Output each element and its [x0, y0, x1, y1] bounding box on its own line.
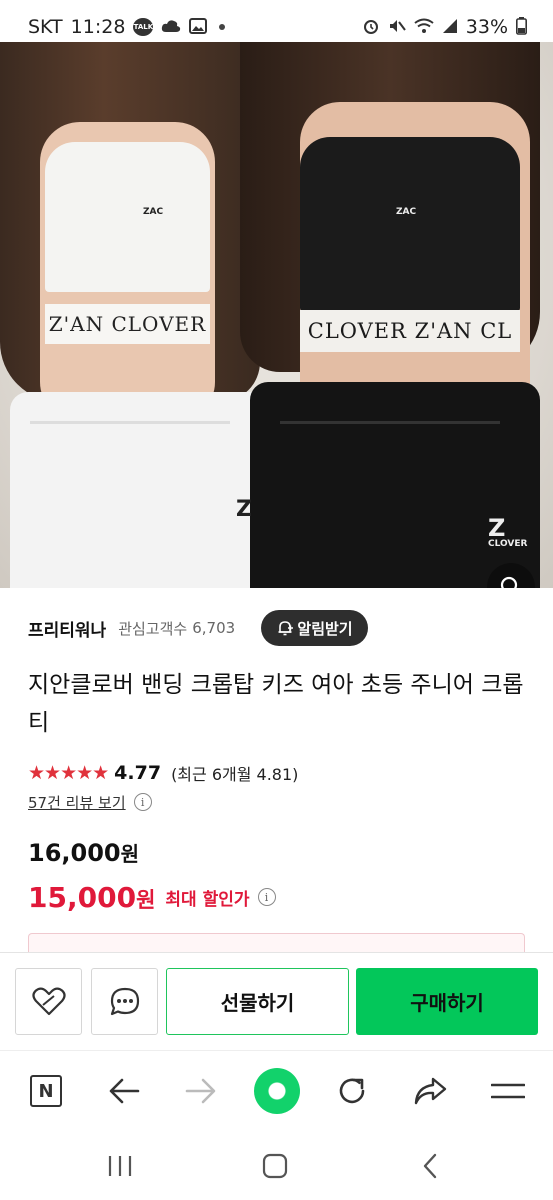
seller-row: 프리티워나 관심고객수 6,703 알림받기 — [28, 610, 528, 646]
subscribe-alert-label: 알림받기 — [297, 619, 353, 638]
arrow-right-icon — [185, 1078, 216, 1104]
rating-row: ★★★★★ 4.77 (최근 6개월 4.81) — [28, 759, 298, 787]
naver-home-button[interactable]: N — [20, 1065, 72, 1117]
gift-button[interactable]: 선물하기 — [166, 968, 349, 1035]
more-notifications-icon — [219, 24, 226, 30]
share-button[interactable] — [404, 1065, 456, 1117]
original-price-value: 16,000 — [28, 839, 121, 867]
seller-name-link[interactable]: 프리티워나 — [28, 616, 106, 641]
refresh-button[interactable] — [326, 1065, 378, 1117]
system-navigation-bar — [0, 1130, 553, 1200]
chat-button[interactable] — [91, 968, 158, 1035]
share-arrow-icon — [414, 1077, 447, 1105]
pants-logo-right-letter: Z — [488, 514, 506, 542]
max-discount-label: 최대 할인가 — [165, 889, 250, 910]
pants-logo-right: Z CLOVER — [488, 514, 527, 549]
white-crop-top — [45, 142, 210, 292]
green-dot-button[interactable] — [251, 1065, 303, 1117]
gallery-icon — [189, 17, 208, 37]
app-screen: SKT 11:28 TALK 33% ZAC ZAC Z'AN CLOVER C… — [0, 0, 553, 1200]
pants-logo-left: Z — [236, 497, 252, 522]
system-back-button[interactable] — [410, 1146, 450, 1186]
browser-toolbar: N — [0, 1050, 553, 1130]
status-right: 33% — [362, 16, 527, 38]
recent-apps-icon — [108, 1156, 132, 1176]
battery-icon — [516, 16, 527, 38]
followers-label: 관심고객수 — [118, 619, 188, 638]
chest-logo-right: ZAC — [396, 207, 417, 217]
sale-price-currency: 원 — [136, 887, 156, 912]
discount-info-icon[interactable]: i — [257, 888, 276, 906]
magnifier-icon — [500, 576, 518, 588]
battery-percent: 33% — [465, 16, 508, 38]
followers-count: 6,703 — [192, 619, 236, 637]
menu-button[interactable] — [482, 1065, 534, 1117]
rating-value: 4.77 — [114, 762, 162, 784]
chat-bubble-icon — [110, 987, 139, 1015]
alarm-icon — [362, 17, 380, 38]
mute-icon — [388, 17, 406, 38]
sale-price-row: 15,000원 최대 할인가 i — [28, 877, 276, 917]
purchase-action-bar: 선물하기 구매하기 — [0, 952, 553, 1048]
chest-logo-left: ZAC — [143, 207, 164, 217]
black-crop-top — [300, 137, 520, 312]
refresh-icon — [339, 1078, 365, 1104]
home-square-icon — [262, 1153, 288, 1179]
signal-icon — [442, 18, 458, 37]
review-row: 57건 리뷰 보기 i — [28, 789, 152, 815]
black-waistband — [280, 392, 500, 424]
naver-n-icon: N — [30, 1075, 62, 1107]
pants-logo-word: CLOVER — [488, 539, 528, 549]
cloud-icon — [161, 19, 181, 36]
buy-button[interactable]: 구매하기 — [356, 968, 538, 1035]
white-waistband — [30, 394, 230, 424]
original-price: 16,000원 — [28, 838, 139, 867]
sale-price-value: 15,000 — [28, 880, 137, 914]
recent-apps-button[interactable] — [100, 1146, 140, 1186]
carrier-label: SKT — [28, 16, 63, 38]
home-button[interactable] — [255, 1146, 295, 1186]
clock: 11:28 — [70, 16, 126, 38]
star-rating-icon: ★★★★★ — [28, 762, 109, 784]
status-left: SKT 11:28 TALK — [28, 16, 226, 38]
heart-icon — [31, 987, 66, 1015]
arrow-left-icon — [109, 1078, 140, 1104]
back-button[interactable] — [98, 1065, 150, 1117]
original-price-currency: 원 — [120, 842, 140, 866]
product-image-carousel[interactable]: ZAC ZAC Z'AN CLOVER CLOVER Z'AN CL Z Z C… — [0, 42, 553, 588]
bell-plus-icon — [278, 621, 294, 636]
sale-price: 15,000원 — [28, 881, 155, 914]
recent-rating: (최근 6개월 4.81) — [171, 765, 299, 784]
review-link[interactable]: 57건 리뷰 보기 — [28, 792, 126, 813]
hamburger-menu-icon — [491, 1083, 525, 1099]
chevron-left-icon — [423, 1153, 437, 1179]
wishlist-button[interactable] — [15, 968, 82, 1035]
talk-icon: TALK — [133, 18, 154, 36]
info-icon[interactable]: i — [133, 793, 152, 811]
subscribe-alert-button[interactable]: 알림받기 — [261, 610, 368, 646]
green-dot-icon — [254, 1068, 300, 1114]
wifi-icon — [414, 18, 434, 37]
product-title: 지안클로버 밴딩 크롭탑 키즈 여아 초등 주니어 크롭티 — [28, 672, 524, 736]
band-text-left: Z'AN CLOVER — [45, 304, 210, 344]
band-text-right: CLOVER Z'AN CL — [300, 310, 520, 352]
forward-button[interactable] — [175, 1065, 227, 1117]
